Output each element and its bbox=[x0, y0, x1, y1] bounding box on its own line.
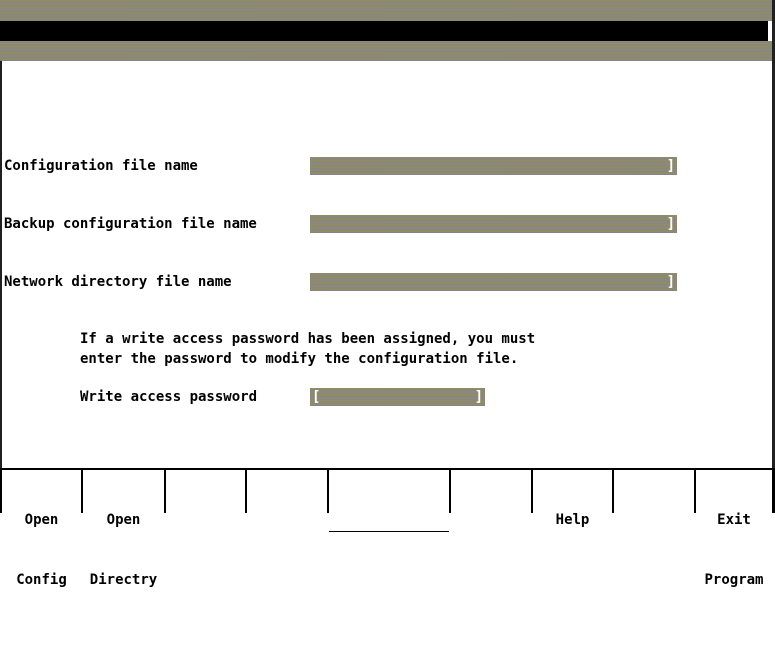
f10-label-line-2: Program bbox=[704, 572, 764, 588]
f8-label-line-1: Help bbox=[555, 512, 590, 528]
f7-key[interactable] bbox=[449, 470, 531, 513]
function-key-bar: Open Config Open Directry Help Exit Prog… bbox=[0, 468, 775, 588]
config-file-label: Configuration file name bbox=[4, 158, 198, 174]
f10-exit-program-button[interactable]: Exit Program bbox=[694, 470, 775, 588]
f2-label-line-1: Open bbox=[106, 512, 141, 528]
screen-border-left bbox=[0, 0, 2, 513]
open-bracket: [ bbox=[345, 292, 355, 308]
backup-config-file-input[interactable]: [NMCBACK.PUB.SYS ] bbox=[310, 215, 677, 250]
message-bar: ENTER executes commands: the command fie… bbox=[0, 21, 768, 59]
f10-label-line-1: Exit bbox=[717, 512, 751, 528]
f3-key[interactable] bbox=[164, 470, 245, 513]
backup-config-file-label: Backup configuration file name bbox=[4, 216, 257, 232]
f2-label-line-2: Directry bbox=[89, 572, 158, 588]
close-bracket: ] bbox=[666, 158, 675, 174]
open-bracket: [ bbox=[312, 389, 321, 405]
open-bracket: [ bbox=[345, 176, 355, 192]
f1-label-line-1: Open bbox=[24, 512, 59, 528]
open-bracket: [ bbox=[345, 234, 355, 250]
center-key-area bbox=[327, 470, 449, 532]
f2-open-directory-button[interactable]: Open Directry bbox=[81, 470, 164, 588]
config-file-value: NMCONFIG.PUB.SYS bbox=[354, 176, 490, 192]
f4-key[interactable] bbox=[245, 470, 327, 513]
write-access-password-label: Write access password bbox=[80, 389, 258, 405]
f1-label-line-2: Config bbox=[16, 572, 67, 588]
close-bracket: ] bbox=[666, 216, 675, 232]
write-access-password-input[interactable]: [ ] bbox=[310, 388, 485, 406]
close-bracket: ] bbox=[474, 389, 483, 405]
password-note-line-1: If a write access password has been assi… bbox=[80, 331, 536, 347]
f5-key[interactable] bbox=[329, 510, 449, 532]
f1-open-config-button[interactable]: Open Config bbox=[0, 470, 81, 588]
close-bracket: ] bbox=[666, 274, 675, 290]
f8-help-button[interactable]: Help bbox=[531, 470, 612, 528]
network-directory-file-input[interactable]: [NSDIR.NET.SYS ] bbox=[310, 273, 677, 308]
f9-spacer-key bbox=[612, 470, 694, 513]
network-directory-file-label: Network directory file name bbox=[4, 274, 232, 290]
command-label: Command: bbox=[36, 63, 105, 79]
terminal-screen: NMMGR/3000 (V.uu.ff) #1 Open Configurati… bbox=[0, 0, 775, 588]
config-file-input[interactable]: [NMCONFIG.PUB.SYS ] bbox=[310, 157, 677, 192]
title-bar: NMMGR/3000 (V.uu.ff) #1 Open Configurati… bbox=[0, 0, 772, 38]
network-directory-file-value: NSDIR.NET.SYS bbox=[354, 292, 464, 308]
backup-config-file-value: NMCBACK.PUB.SYS bbox=[354, 234, 481, 250]
f6-key[interactable] bbox=[329, 572, 449, 632]
command-input[interactable] bbox=[104, 63, 744, 79]
command-bar: Command: bbox=[0, 41, 772, 79]
password-note-line-2: enter the password to modify the configu… bbox=[80, 351, 519, 367]
